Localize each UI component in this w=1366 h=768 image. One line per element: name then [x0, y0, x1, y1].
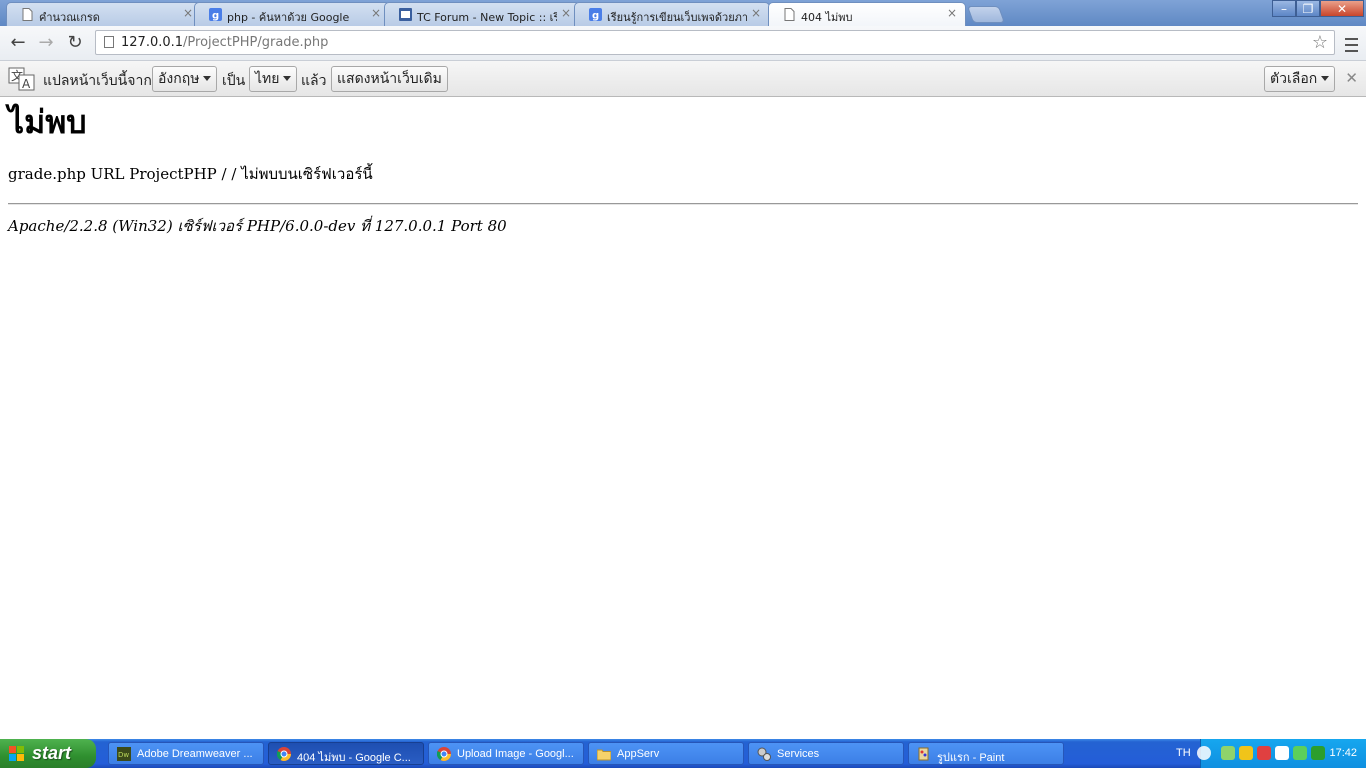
chrome-icon [277, 747, 291, 761]
windows-logo-icon [9, 746, 24, 761]
tab-title: TC Forum - New Topic :: เริ่มต้ [417, 11, 557, 24]
url-host: 127.0.0.1 [121, 35, 184, 50]
options-label: ตัวเลือก [1270, 71, 1318, 87]
page-content: ไม่พบ grade.php URL ProjectPHP / / ไม่พบ… [8, 100, 1358, 238]
tab-learn-web[interactable]: g เรียนรู้การเขียนเว็บเพจด้วยภาษ × [574, 2, 770, 26]
chrome-icon [437, 747, 451, 761]
task-appserv[interactable]: AppServ [588, 742, 744, 765]
translate-options-button[interactable]: ตัวเลือก [1264, 66, 1336, 92]
page-icon [784, 8, 795, 21]
start-label: start [32, 743, 72, 763]
back-button[interactable]: ← [5, 30, 31, 56]
svg-text:Dw: Dw [118, 751, 129, 759]
target-language-select[interactable]: ไทย [249, 66, 298, 92]
minimize-button[interactable]: – [1272, 0, 1296, 17]
tab-strip: คำนวณเกรด × g php - ค้นหาด้วย Google × T… [0, 0, 1366, 27]
task-paint[interactable]: รูปแรก - Paint [908, 742, 1064, 765]
translate-to-word: เป็น [222, 73, 246, 89]
task-label: AppServ [617, 748, 660, 760]
task-label: รูปแรก - Paint [937, 752, 1005, 764]
folder-icon [597, 749, 611, 761]
svg-text:g: g [592, 11, 599, 22]
windows-taskbar: start Dw Adobe Dreamweaver ... 404 ไม่พบ… [0, 739, 1366, 768]
tab-grade-calc[interactable]: คำนวณเกรด × [6, 2, 202, 26]
tab-close-icon[interactable]: × [561, 6, 571, 20]
translate-prefix: แปลหน้าเว็บนี้จาก [43, 73, 152, 89]
tab-google-search[interactable]: g php - ค้นหาด้วย Google × [194, 2, 390, 26]
page-heading: ไม่พบ [8, 103, 87, 141]
svg-text:A: A [22, 77, 31, 91]
maximize-button[interactable]: ❐ [1296, 0, 1320, 17]
tab-close-icon[interactable]: × [751, 6, 761, 20]
reload-button[interactable]: ↻ [62, 30, 88, 56]
task-label: 404 ไม่พบ - Google C... [297, 752, 411, 764]
svg-text:g: g [212, 11, 219, 22]
close-window-button[interactable]: ✕ [1320, 0, 1364, 17]
security-icon[interactable] [1239, 746, 1253, 760]
google-icon: g [589, 8, 602, 21]
chevron-down-icon [1321, 76, 1330, 81]
task-chrome-upload[interactable]: Upload Image - Googl... [428, 742, 584, 765]
tab-404-active[interactable]: 404 ไม่พบ × [768, 2, 966, 27]
tab-close-icon[interactable]: × [947, 6, 957, 20]
target-language-value: ไทย [255, 71, 280, 87]
safely-remove-icon[interactable] [1311, 746, 1325, 760]
clock[interactable]: 17:42 [1329, 747, 1357, 759]
url-text: 127.0.0.1/ProjectPHP/grade.php [121, 35, 328, 50]
forward-button[interactable]: → [33, 30, 59, 56]
chevron-down-icon [283, 76, 292, 81]
task-services[interactable]: Services [748, 742, 904, 765]
close-icon[interactable]: ✕ [1345, 69, 1358, 87]
url-path: /ProjectPHP/grade.php [183, 35, 329, 50]
bookmark-star-icon[interactable]: ☆ [1312, 32, 1328, 53]
app-tray-icon[interactable] [1275, 746, 1289, 760]
page-icon [104, 36, 114, 48]
divider [8, 203, 1358, 205]
server-signature: Apache/2.2.8 (Win32) เซิร์ฟเวอร์ PHP/6.0… [8, 217, 507, 235]
task-label: Adobe Dreamweaver ... [137, 748, 253, 760]
source-language-select[interactable]: อังกฤษ [152, 66, 218, 92]
antivirus-icon[interactable] [1257, 746, 1271, 760]
tab-title: php - ค้นหาด้วย Google [227, 11, 350, 24]
tab-close-icon[interactable]: × [183, 6, 193, 20]
tab-title: เรียนรู้การเขียนเว็บเพจด้วยภาษ [607, 11, 747, 24]
source-language-value: อังกฤษ [158, 71, 200, 87]
tab-close-icon[interactable]: × [371, 6, 381, 20]
update-icon[interactable] [1293, 746, 1307, 760]
language-indicator[interactable]: TH [1176, 747, 1191, 759]
system-tray: 17:42 [1197, 739, 1366, 768]
network-icon[interactable] [1221, 746, 1235, 760]
page-icon [22, 8, 33, 21]
new-tab-button[interactable] [966, 6, 1006, 23]
task-dreamweaver[interactable]: Dw Adobe Dreamweaver ... [108, 742, 264, 765]
tab-tc-forum[interactable]: TC Forum - New Topic :: เริ่มต้ × [384, 2, 580, 26]
task-label: Upload Image - Googl... [457, 748, 574, 760]
task-chrome-404[interactable]: 404 ไม่พบ - Google C... [268, 742, 424, 765]
address-bar[interactable]: 127.0.0.1/ProjectPHP/grade.php ☆ [95, 30, 1335, 55]
translate-then-word: แล้ว [301, 73, 327, 89]
browser-toolbar: ← → ↻ 127.0.0.1/ProjectPHP/grade.php ☆ [0, 26, 1366, 61]
task-label: Services [777, 748, 820, 760]
error-message: grade.php URL ProjectPHP / / ไม่พบบนเซิร… [8, 165, 373, 183]
forum-icon [399, 8, 412, 21]
translate-infobar: 文 A แปลหน้าเว็บนี้จาก อังกฤษ เป็น ไทย แล… [0, 61, 1366, 97]
tab-title: คำนวณเกรด [39, 11, 100, 24]
dreamweaver-icon: Dw [117, 747, 131, 761]
chrome-menu-icon[interactable] [1340, 30, 1362, 56]
services-icon [757, 747, 771, 761]
translate-icon: 文 A [8, 67, 35, 91]
google-icon: g [209, 8, 222, 21]
tab-title: 404 ไม่พบ [801, 11, 853, 24]
chevron-down-icon [203, 76, 212, 81]
show-hidden-icons-icon[interactable] [1197, 746, 1211, 760]
paint-icon [918, 747, 929, 761]
start-button[interactable]: start [0, 739, 96, 768]
show-original-button[interactable]: แสดงหน้าเว็บเดิม [331, 66, 448, 92]
